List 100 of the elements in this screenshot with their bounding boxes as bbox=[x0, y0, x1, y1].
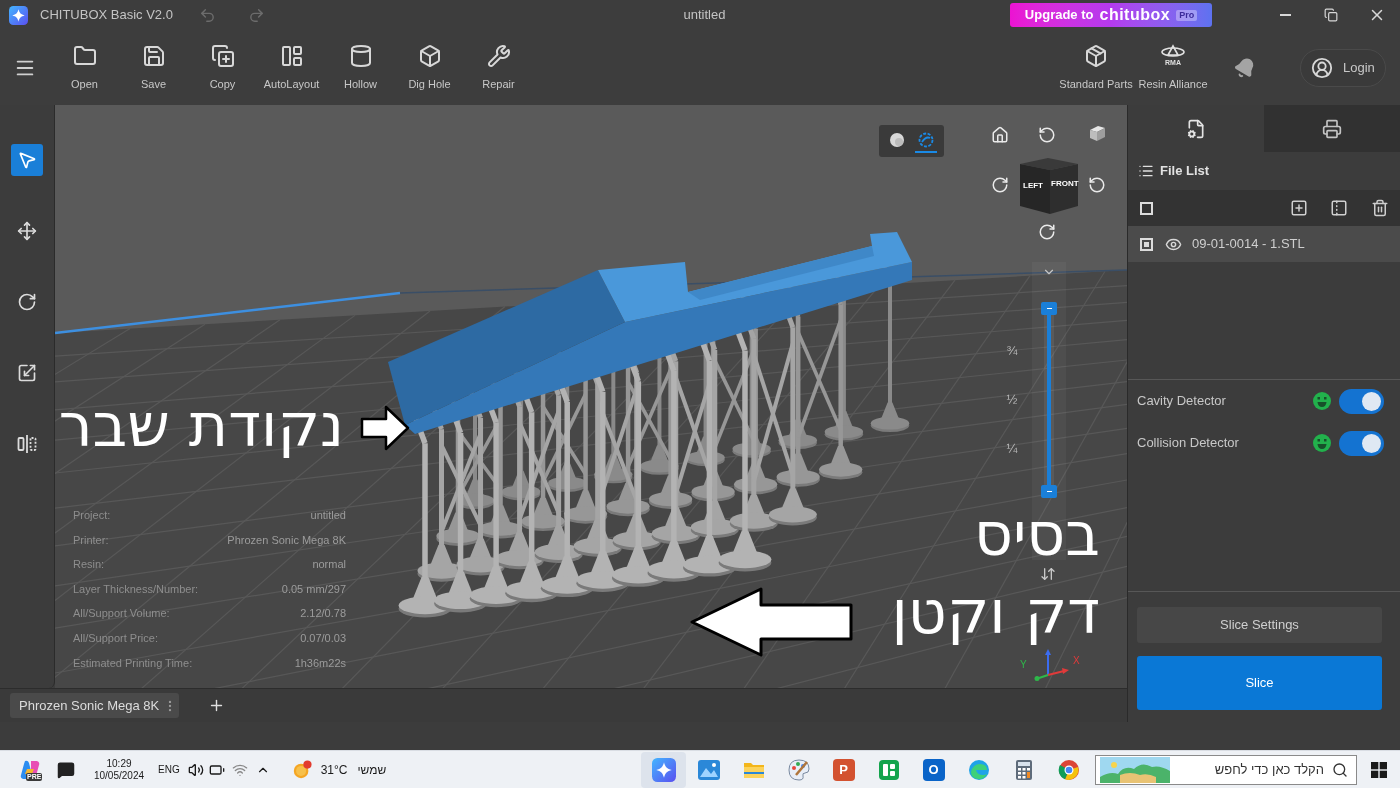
landscape-illustration bbox=[1100, 756, 1170, 783]
browser-circle-icon bbox=[1056, 757, 1081, 782]
save-icon bbox=[141, 44, 166, 68]
detector-label: Collision Detector bbox=[1137, 434, 1239, 453]
toolbar-button[interactable]: Dig Hole bbox=[395, 30, 464, 105]
smiley-icon bbox=[1313, 434, 1331, 452]
list-icon bbox=[1138, 163, 1154, 179]
redo-icon bbox=[248, 6, 266, 24]
package-icon bbox=[1084, 44, 1108, 68]
info-label: Layer Thickness/Number: bbox=[73, 581, 199, 597]
rotate-ccw-icon[interactable] bbox=[1038, 126, 1056, 144]
info-value: 1h36m22s bbox=[294, 655, 346, 671]
file-row[interactable]: 09-01-0014 - 1.STL bbox=[1128, 226, 1400, 262]
scale-icon bbox=[17, 363, 37, 383]
checkbox[interactable] bbox=[1140, 237, 1153, 251]
toggle-switch[interactable] bbox=[1339, 430, 1384, 456]
taskbar-app-button[interactable]: O bbox=[911, 751, 956, 788]
toolbar-button[interactable]: Repair bbox=[464, 30, 533, 105]
taskbar-app-button[interactable] bbox=[641, 751, 686, 788]
user-icon bbox=[1311, 56, 1333, 79]
rotate-cw-icon[interactable] bbox=[991, 176, 1009, 194]
wrench-icon bbox=[486, 44, 511, 68]
grid-app-icon bbox=[876, 757, 901, 782]
checkbox[interactable] bbox=[1140, 201, 1153, 215]
info-label: Project: bbox=[73, 508, 111, 524]
detector-label: Cavity Detector bbox=[1137, 392, 1226, 411]
toolbar-button[interactable]: Save bbox=[119, 30, 188, 105]
info-label: All/Support Volume: bbox=[73, 606, 170, 622]
panel-tab[interactable] bbox=[1264, 105, 1400, 152]
info-label: Printer: bbox=[73, 532, 109, 548]
layout-icon[interactable] bbox=[1330, 199, 1348, 217]
view-cube[interactable]: LEFT FRONT bbox=[1018, 156, 1080, 216]
info-label: Resin: bbox=[73, 557, 105, 573]
app-logo-icon bbox=[9, 5, 28, 25]
slice-settings-button[interactable]: Slice Settings bbox=[1137, 607, 1382, 643]
slider-handle[interactable] bbox=[1041, 485, 1057, 498]
delete-icon[interactable] bbox=[1371, 199, 1389, 217]
language-indicator[interactable]: ENG bbox=[158, 762, 180, 777]
up-down-arrows-icon[interactable] bbox=[1040, 566, 1056, 582]
info-value: untitled bbox=[310, 508, 346, 524]
toolbar-button[interactable]: AutoLayout bbox=[257, 30, 326, 105]
palette-icon bbox=[786, 757, 811, 782]
search-input[interactable]: הקלד כאן כדי לחפש bbox=[1176, 757, 1324, 782]
mirror-icon bbox=[17, 434, 37, 454]
tool-button[interactable] bbox=[11, 144, 43, 176]
printer-tab[interactable]: Phrozen Sonic Mega 8K bbox=[10, 693, 180, 718]
minimize-icon bbox=[1279, 14, 1291, 16]
search-field[interactable]: הקלד כאן כדי לחפש bbox=[1095, 754, 1357, 785]
layout-icon bbox=[279, 44, 304, 68]
info-value: 0.05 mm/297 bbox=[281, 581, 346, 597]
toolbar-button[interactable]: Copy bbox=[188, 30, 257, 105]
brand-wordmark: chitubox bbox=[1099, 5, 1171, 25]
annotation-text: בסיס bbox=[974, 504, 1100, 564]
weather-temperature: 31°C bbox=[320, 761, 348, 779]
toolbar-button[interactable]: Hollow bbox=[326, 30, 395, 105]
browser-swirl-icon bbox=[966, 757, 991, 782]
undo-icon bbox=[199, 6, 217, 24]
app-tile: P bbox=[832, 758, 855, 781]
app-title: CHITUBOX Basic V2.0 bbox=[40, 6, 173, 25]
wireframe-sphere-icon bbox=[917, 132, 934, 148]
toolbar-button[interactable]: Open bbox=[50, 30, 119, 105]
cube-icon[interactable] bbox=[1087, 123, 1107, 143]
weather-sun-icon[interactable] bbox=[291, 759, 312, 780]
rotate-ccw-icon[interactable] bbox=[1088, 176, 1106, 194]
login-button[interactable]: Login bbox=[1300, 48, 1386, 87]
search-icon bbox=[1332, 761, 1348, 778]
speaker-icon[interactable] bbox=[187, 761, 204, 778]
folder-icon bbox=[72, 44, 97, 68]
upgrade-button[interactable]: Upgrade to chitubox Pro bbox=[1010, 3, 1212, 27]
app-logo-icon bbox=[651, 757, 676, 782]
slice-button[interactable]: Slice bbox=[1137, 656, 1382, 710]
pro-badge: Pro bbox=[1176, 9, 1198, 21]
cube-icon bbox=[417, 44, 442, 68]
info-label: Estimated Printing Time: bbox=[73, 655, 193, 671]
slider-handle[interactable] bbox=[1041, 302, 1057, 315]
home-icon[interactable] bbox=[991, 126, 1009, 144]
cylinder-icon bbox=[348, 44, 373, 68]
info-value: 0.07/0.03 bbox=[300, 631, 346, 646]
pointer-icon bbox=[17, 150, 37, 170]
add-icon[interactable] bbox=[1290, 199, 1308, 217]
rotate-icon bbox=[17, 292, 37, 312]
panel-title: File List bbox=[1160, 162, 1210, 181]
info-label: All/Support Price: bbox=[73, 631, 158, 646]
info-value: Phrozen Sonic Mega 8K bbox=[227, 532, 346, 548]
toolbar-button[interactable]: Standard Parts bbox=[1056, 30, 1136, 105]
file-settings-icon bbox=[1186, 118, 1206, 139]
clock-date: 10/05/2024 bbox=[93, 769, 145, 782]
document-title: untitled bbox=[683, 6, 726, 25]
weather-condition: שמשי bbox=[357, 761, 387, 779]
taskbar-app-button[interactable]: P bbox=[821, 751, 866, 788]
info-value: normal bbox=[312, 557, 346, 573]
info-value: 2.12/0.78 bbox=[300, 606, 346, 622]
rotate-cw-icon[interactable] bbox=[1038, 223, 1056, 241]
toggle-switch[interactable] bbox=[1339, 388, 1384, 414]
axis-label: Y bbox=[1020, 659, 1027, 670]
app-tile: O bbox=[922, 758, 945, 781]
assistant-icon[interactable] bbox=[19, 758, 41, 781]
slider-tick-label: ¾ bbox=[1005, 344, 1019, 358]
chat-icon[interactable] bbox=[57, 760, 75, 779]
arrow-right-icon bbox=[360, 405, 410, 451]
